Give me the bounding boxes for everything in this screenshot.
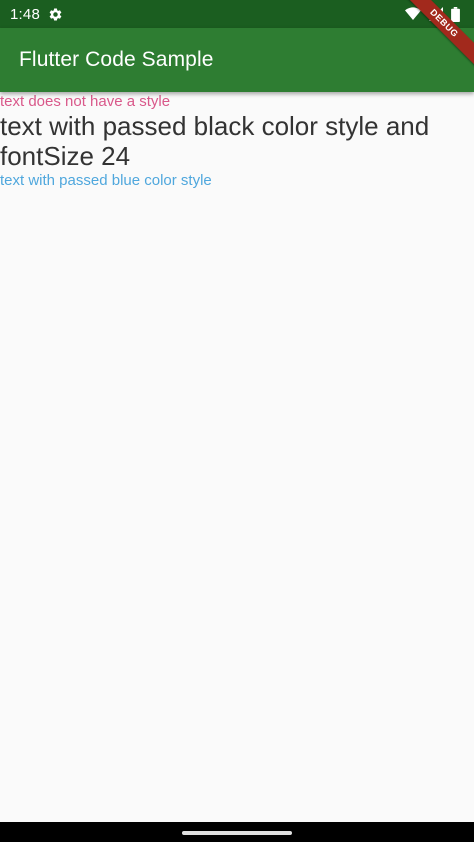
home-handle-icon[interactable]: [182, 831, 292, 835]
signal-icon: [429, 7, 443, 21]
status-icons: [405, 6, 460, 22]
phone-screen: 1:48 Flutter Code Sample DEBUG text does…: [0, 0, 474, 842]
status-time: 1:48: [10, 5, 40, 23]
status-bar: 1:48: [0, 0, 474, 28]
nav-bar: [0, 822, 474, 842]
content-column: text does not have a style text with pas…: [0, 92, 474, 190]
wifi-icon: [405, 7, 421, 21]
gear-icon: [48, 7, 63, 22]
battery-icon: [451, 6, 460, 22]
app-bar: Flutter Code Sample: [0, 28, 474, 92]
text-blue-style: text with passed blue color style: [0, 172, 212, 189]
app-title: Flutter Code Sample: [19, 48, 214, 71]
text-no-style: text does not have a style: [0, 93, 171, 110]
text-black-style: text with passed black color style and f…: [0, 111, 430, 171]
